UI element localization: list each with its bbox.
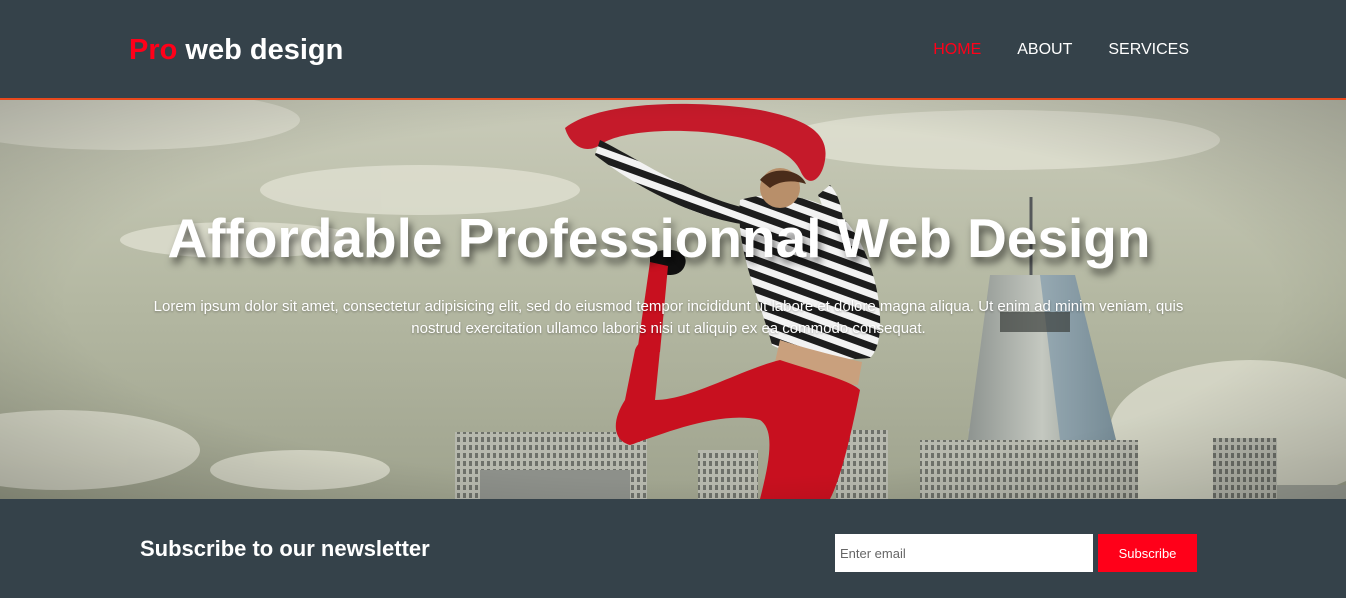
logo-text: web design [185, 34, 344, 66]
site-header: Pro web design Home About Services [0, 0, 1346, 100]
hero-title: Affordable Professionnal Web Design [167, 207, 1151, 269]
site-logo[interactable]: Pro web design [129, 32, 343, 68]
email-input[interactable] [835, 534, 1093, 572]
hero-text: Lorem ipsum dolor sit amet, consectetur … [153, 298, 1184, 337]
subscribe-button[interactable]: Subscribe [1098, 534, 1197, 572]
logo-highlight: Pro [129, 34, 178, 66]
hero-showcase: Affordable Professionnal Web Design Lore… [0, 100, 1346, 499]
nav-about-link[interactable]: About [1017, 40, 1072, 60]
main-nav: Home About Services [897, 40, 1189, 60]
newsletter-section: Subscribe to our newsletter Subscribe [0, 499, 1346, 598]
nav-home-link[interactable]: Home [933, 40, 981, 60]
nav-services-link[interactable]: Services [1108, 40, 1189, 60]
newsletter-heading: Subscribe to our newsletter [140, 536, 430, 561]
